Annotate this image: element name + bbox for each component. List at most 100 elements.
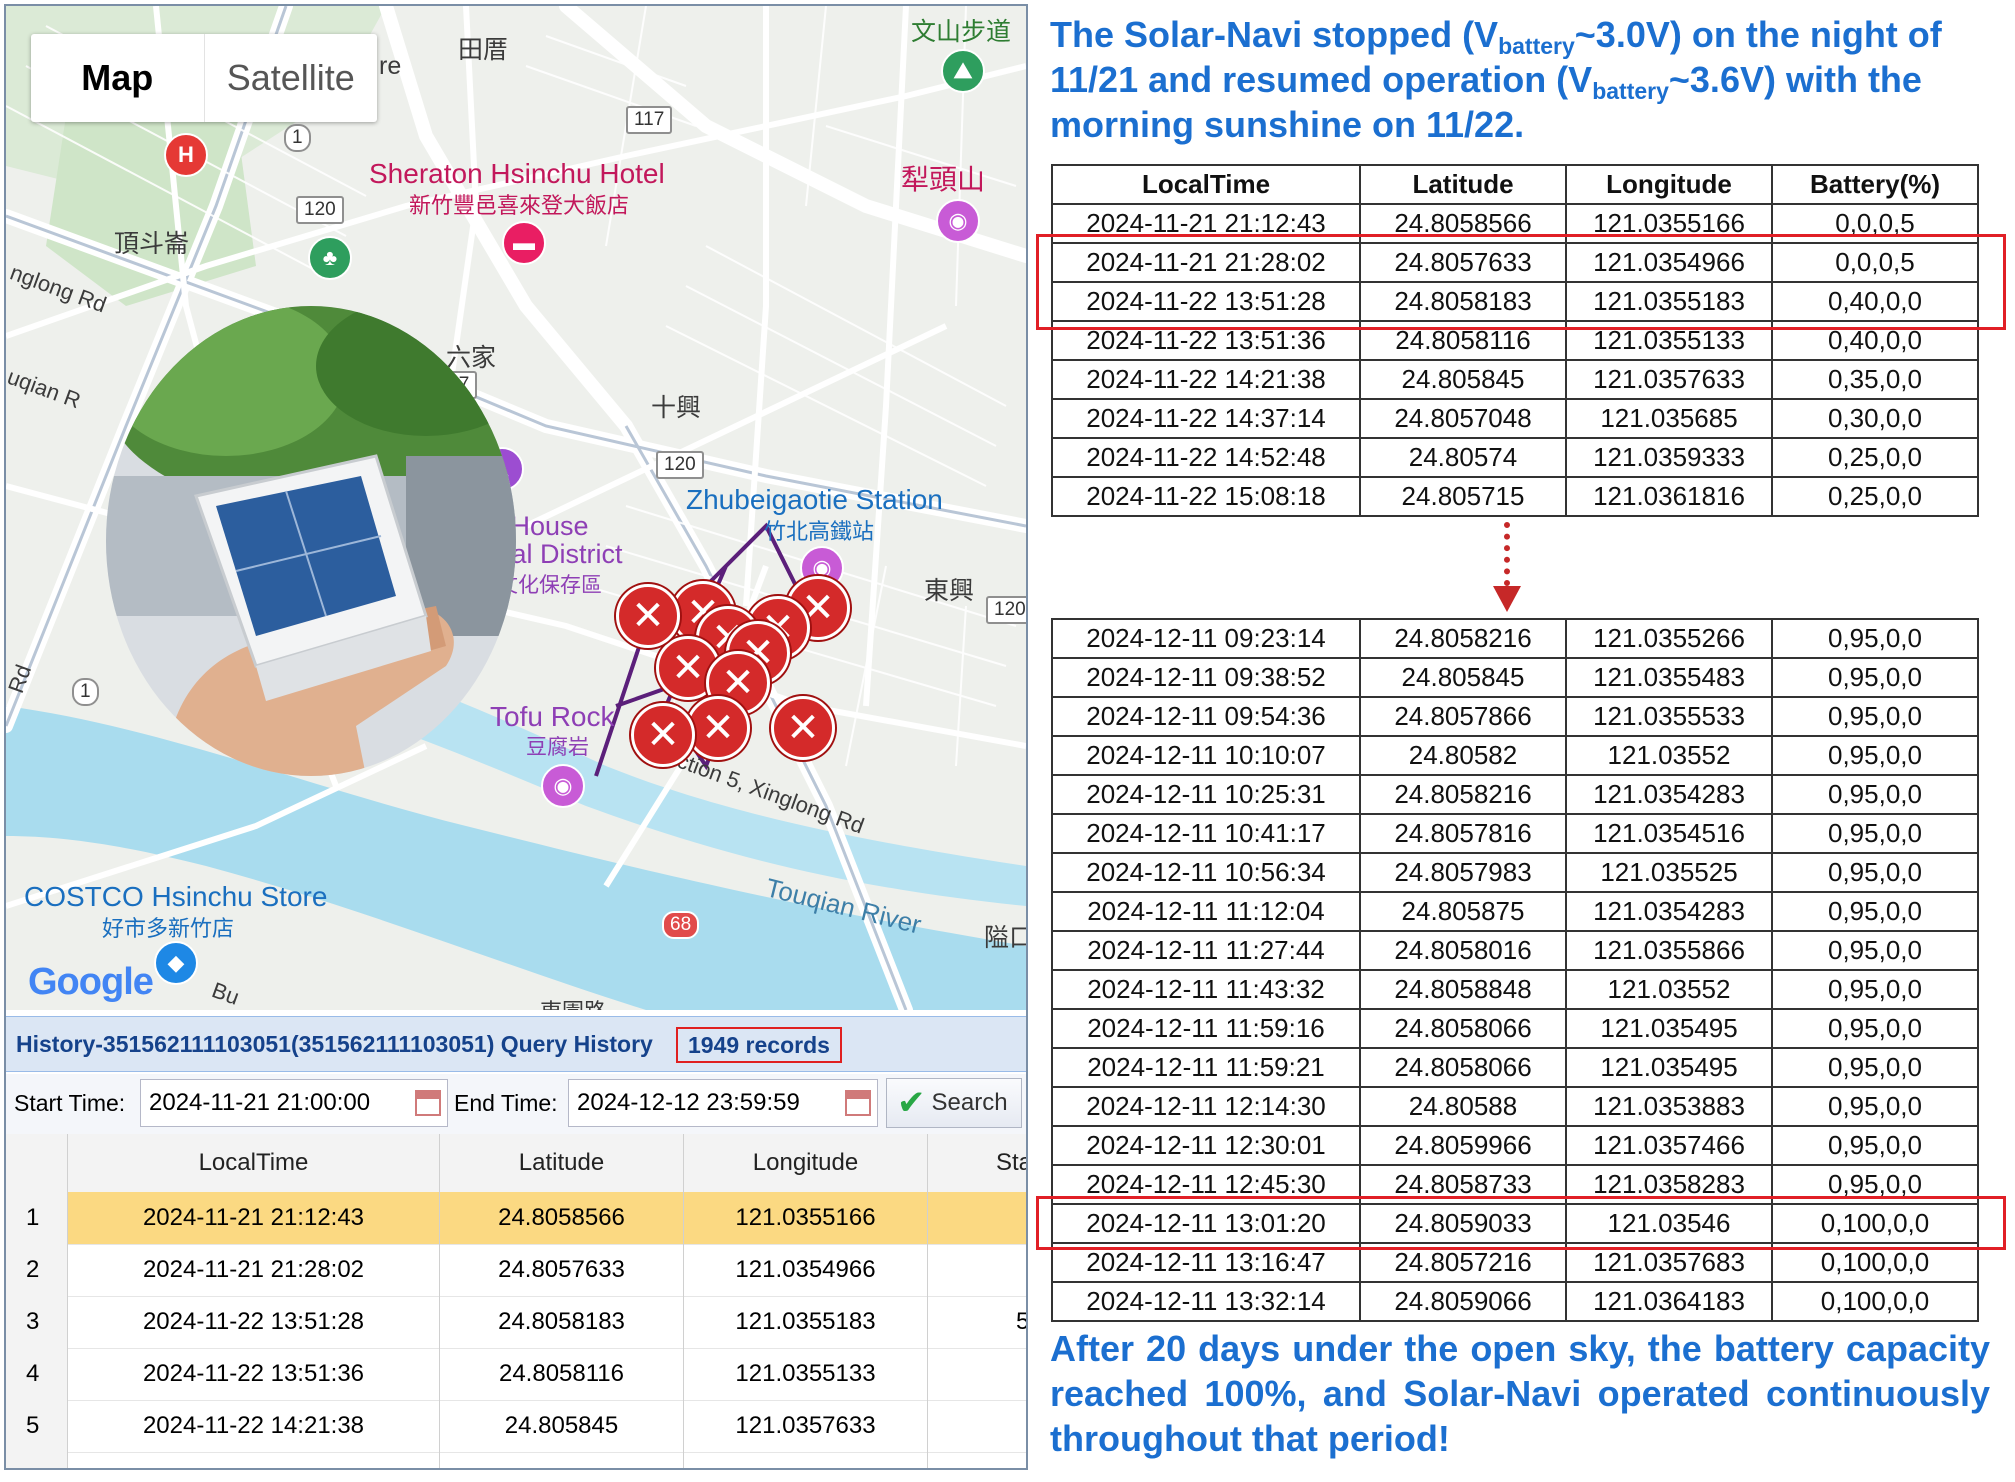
table-row: 2024-12-11 10:10:07 24.80582 121.03552 0,95… bbox=[1051, 735, 1979, 776]
cell-longitude: 121.0353883 bbox=[1565, 1086, 1773, 1127]
table-row: 2024-11-22 14:21:38 24.805845 121.0357633 0… bbox=[1051, 359, 1979, 400]
road-shield-120: 120 bbox=[296, 196, 344, 224]
cell-battery: 0,100,0,0 bbox=[1771, 1281, 1979, 1322]
battery-table-top: LocalTime Latitude Longitude Battery(%) … bbox=[1051, 164, 1979, 517]
map-app-window: Map Satellite 117 117 120 120 120 1 1 68… bbox=[4, 4, 1028, 1470]
cell-latitude: 24.8059966 bbox=[1359, 1125, 1567, 1166]
dotted-arrow-stem bbox=[1504, 522, 1510, 586]
table-row[interactable]: 3 2024-11-22 13:51:28 24.8058183 121.035… bbox=[6, 1296, 1026, 1349]
cell-localtime: 2024-12-11 09:23:14 bbox=[1051, 618, 1361, 659]
camera-pin-icon[interactable]: ◉ bbox=[936, 199, 980, 243]
cell-localtime: 2024-12-11 12:30:01 bbox=[1051, 1125, 1361, 1166]
hiking-pin-icon[interactable]: ⛰ bbox=[941, 49, 985, 93]
checkmark-icon: ✔ bbox=[897, 1084, 926, 1122]
table-row[interactable]: 4 2024-11-22 13:51:36 24.8058116 121.035… bbox=[6, 1348, 1026, 1401]
cell-localtime: 2024-11-22 14:21:38 bbox=[68, 1400, 440, 1452]
history-grid: LocalTime Latitude Longitude Sta 1 2024-… bbox=[6, 1134, 1026, 1468]
column-header-status[interactable]: Sta bbox=[928, 1134, 1026, 1192]
map-label-re: re bbox=[379, 52, 402, 80]
table-row: 2024-12-11 11:27:44 24.8058016 121.0355866… bbox=[1051, 930, 1979, 971]
cell-longitude: 121.035495 bbox=[1565, 1047, 1773, 1088]
cell-localtime: 2024-12-11 11:59:16 bbox=[1051, 1008, 1361, 1049]
table-header-row: LocalTime Latitude Longitude Battery(%) bbox=[1051, 164, 1979, 205]
th-latitude: Latitude bbox=[1359, 164, 1567, 205]
location-marker-icon[interactable]: ✕ bbox=[771, 696, 835, 760]
cell-longitude: 121.0355866 bbox=[1565, 930, 1773, 971]
cell-latitude: 24.80588 bbox=[1359, 1086, 1567, 1127]
calendar-icon[interactable] bbox=[415, 1090, 441, 1116]
shopping-pin-icon[interactable]: ◆ bbox=[154, 941, 198, 985]
map-label-bottom-road: 東園路 bbox=[540, 994, 606, 1010]
record-count: 1949 records bbox=[676, 1027, 842, 1063]
cell-battery: 0,95,0,0 bbox=[1771, 696, 1979, 737]
cell-status: 5 bbox=[928, 1296, 1026, 1348]
cell-longitude: 121.0354516 bbox=[1565, 813, 1773, 854]
map-label-zhubei-zh: 竹北高鐵站 bbox=[764, 519, 875, 544]
arrow-down-icon bbox=[1493, 586, 1521, 612]
table-row: 2024-12-11 11:43:32 24.8058848 121.03552 0,… bbox=[1051, 969, 1979, 1010]
map-label-sheraton-zh: 新竹豐邑喜來登大飯店 bbox=[409, 193, 630, 218]
cell-longitude: 121.0354283 bbox=[1565, 774, 1773, 815]
table-row[interactable]: 6 2024-11-22 14:37:14 24.8057048 121.035… bbox=[6, 1452, 1026, 1468]
table-row: 2024-11-22 14:52:48 24.80574 121.0359333 0,… bbox=[1051, 437, 1979, 478]
cell-localtime: 2024-11-21 21:12:43 bbox=[68, 1192, 440, 1244]
location-marker-icon[interactable]: ✕ bbox=[686, 696, 750, 760]
map-type-satellite-button[interactable]: Satellite bbox=[205, 34, 378, 122]
map-type-map-button[interactable]: Map bbox=[31, 34, 205, 122]
cell-status bbox=[928, 1192, 1026, 1244]
table-row[interactable]: 1 2024-11-21 21:12:43 24.8058566 121.035… bbox=[6, 1192, 1026, 1245]
cell-latitude: 24.8057633 bbox=[440, 1244, 684, 1296]
cell-longitude: 121.035685 bbox=[1565, 398, 1773, 439]
column-header-localtime[interactable]: LocalTime bbox=[68, 1134, 440, 1192]
table-row: 2024-12-11 10:41:17 24.8057816 121.0354516… bbox=[1051, 813, 1979, 854]
search-button[interactable]: ✔ Search bbox=[886, 1078, 1022, 1128]
column-header-latitude[interactable]: Latitude bbox=[440, 1134, 684, 1192]
road-shield-117: 117 bbox=[626, 106, 673, 134]
location-marker-icon[interactable]: ✕ bbox=[631, 703, 695, 767]
cell-longitude: 121.0364183 bbox=[1565, 1281, 1773, 1322]
cell-battery: 0,95,0,0 bbox=[1771, 618, 1979, 659]
cell-localtime: 2024-12-11 11:59:21 bbox=[1051, 1047, 1361, 1088]
map-view[interactable]: Map Satellite 117 117 120 120 120 1 1 68… bbox=[6, 6, 1026, 1010]
cell-latitude: 24.8057866 bbox=[1359, 696, 1567, 737]
cell-battery: 0,95,0,0 bbox=[1771, 1008, 1979, 1049]
table-row: 2024-12-11 09:54:36 24.8057866 121.0355533… bbox=[1051, 696, 1979, 737]
hotel-pin-icon[interactable]: ▬ bbox=[502, 221, 546, 265]
map-label-liujia: 六家 bbox=[446, 344, 497, 372]
cell-latitude: 24.805845 bbox=[1359, 359, 1567, 400]
search-button-label: Search bbox=[931, 1089, 1008, 1116]
row-number: 3 bbox=[6, 1296, 68, 1348]
cell-latitude: 24.8058566 bbox=[440, 1192, 684, 1244]
cell-battery: 0,95,0,0 bbox=[1771, 1047, 1979, 1088]
cell-status bbox=[928, 1348, 1026, 1400]
bottom-annotation: After 20 days under the open sky, the ba… bbox=[1050, 1328, 1990, 1459]
cell-latitude: 24.805845 bbox=[1359, 657, 1567, 698]
calendar-icon[interactable] bbox=[845, 1090, 871, 1116]
cell-longitude: 121.0355266 bbox=[1565, 618, 1773, 659]
history-title-text: History-351562111103051(351562111103051)… bbox=[16, 1031, 653, 1057]
cell-longitude: 121.035525 bbox=[1565, 852, 1773, 893]
top-annotation-sub1: battery bbox=[1498, 33, 1575, 59]
location-marker-icon[interactable]: ✕ bbox=[616, 584, 680, 648]
table-row[interactable]: 5 2024-11-22 14:21:38 24.805845 121.0357… bbox=[6, 1400, 1026, 1453]
end-time-field[interactable]: 2024-12-12 23:59:59 bbox=[568, 1079, 878, 1127]
camera-pin-icon[interactable]: ◉ bbox=[541, 764, 585, 808]
grid-header-rownum bbox=[6, 1134, 68, 1192]
highlight-box-full-charge bbox=[1036, 1196, 2006, 1250]
table-row[interactable]: 2 2024-11-21 21:28:02 24.8057633 121.035… bbox=[6, 1244, 1026, 1297]
column-header-longitude[interactable]: Longitude bbox=[684, 1134, 928, 1192]
cell-longitude: 121.0357633 bbox=[1565, 359, 1773, 400]
cell-localtime: 2024-11-21 21:28:02 bbox=[68, 1244, 440, 1296]
cell-latitude: 24.8058066 bbox=[1359, 1008, 1567, 1049]
cell-longitude: 121.0357466 bbox=[1565, 1125, 1773, 1166]
park-pin-icon[interactable]: ♣ bbox=[308, 236, 352, 280]
cell-battery: 0,95,0,0 bbox=[1771, 1086, 1979, 1127]
cell-latitude: 24.8057816 bbox=[1359, 813, 1567, 854]
start-time-field[interactable]: 2024-11-21 21:00:00 bbox=[140, 1079, 448, 1127]
cell-localtime: 2024-12-11 11:27:44 bbox=[1051, 930, 1361, 971]
hospital-pin-icon[interactable]: H bbox=[164, 133, 208, 177]
table-row: 2024-12-11 09:23:14 24.8058216 121.0355266… bbox=[1051, 618, 1979, 659]
road-shield-120: 120 bbox=[656, 451, 704, 479]
cell-longitude: 121.0355533 bbox=[1565, 696, 1773, 737]
cell-latitude: 24.80582 bbox=[1359, 735, 1567, 776]
